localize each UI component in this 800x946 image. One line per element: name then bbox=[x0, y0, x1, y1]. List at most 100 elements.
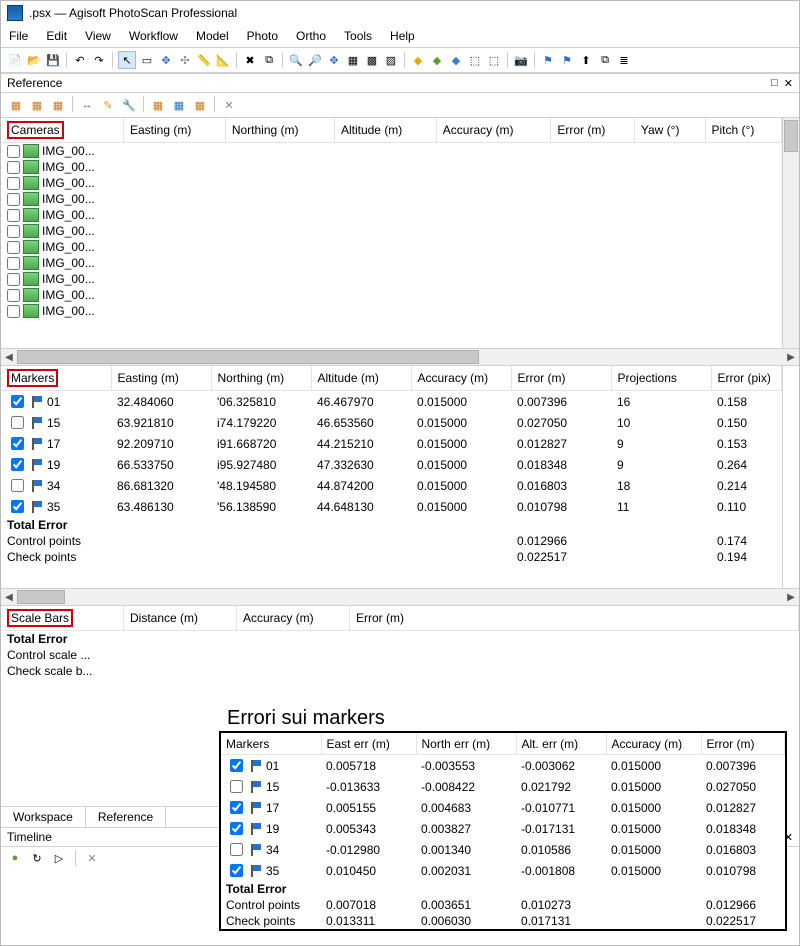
camera-checkbox[interactable] bbox=[7, 273, 20, 286]
tab-workspace[interactable]: Workspace bbox=[1, 807, 86, 827]
overlay-row[interactable]: 15 -0.013633-0.0084220.0217920.0150000.0… bbox=[221, 776, 785, 797]
camera-checkbox[interactable] bbox=[7, 241, 20, 254]
camera-row[interactable]: IMG_00... bbox=[1, 175, 782, 191]
measure-icon[interactable]: 📏 bbox=[196, 52, 212, 68]
show1-icon[interactable]: ◆ bbox=[410, 52, 426, 68]
ov-hdr-north[interactable]: North err (m) bbox=[416, 734, 516, 755]
export1-icon[interactable]: ⬆ bbox=[578, 52, 594, 68]
show3-icon[interactable]: ◆ bbox=[448, 52, 464, 68]
camera-icon[interactable]: 📷 bbox=[513, 52, 529, 68]
ov-hdr-markers[interactable]: Markers bbox=[221, 734, 321, 755]
marker-checkbox[interactable] bbox=[11, 437, 24, 450]
crop-icon[interactable]: ⧉ bbox=[261, 52, 277, 68]
ref-tb-8-icon[interactable]: ▦ bbox=[170, 96, 188, 114]
marker-row[interactable]: 17 92.209710i91.66872044.215210 0.015000… bbox=[1, 433, 782, 454]
hdr-altitude[interactable]: Altitude (m) bbox=[334, 118, 436, 143]
camera-row[interactable]: IMG_00... bbox=[1, 207, 782, 223]
camera-checkbox[interactable] bbox=[7, 209, 20, 222]
ref-tb-9-icon[interactable]: ▦ bbox=[191, 96, 209, 114]
grid1-icon[interactable]: ▦ bbox=[345, 52, 361, 68]
ruler-icon[interactable]: 📐 bbox=[215, 52, 231, 68]
camera-checkbox[interactable] bbox=[7, 193, 20, 206]
zoom-out-icon[interactable]: 🔎 bbox=[307, 52, 323, 68]
hdr-pitch[interactable]: Pitch (°) bbox=[705, 118, 781, 143]
ov-hdr-acc[interactable]: Accuracy (m) bbox=[606, 734, 701, 755]
menu-workflow[interactable]: Workflow bbox=[127, 27, 180, 45]
camera-checkbox[interactable] bbox=[7, 257, 20, 270]
hdr-errorpix[interactable]: Error (pix) bbox=[711, 366, 782, 391]
hdr-error[interactable]: Error (m) bbox=[350, 606, 799, 631]
ov-hdr-east[interactable]: East err (m) bbox=[321, 734, 416, 755]
ref-tb-7-icon[interactable]: ▦ bbox=[149, 96, 167, 114]
rect-select-icon[interactable]: ▭ bbox=[139, 52, 155, 68]
move-icon[interactable]: ✥ bbox=[158, 52, 174, 68]
camera-checkbox[interactable] bbox=[7, 289, 20, 302]
overlay-row[interactable]: 01 0.005718-0.003553-0.0030620.0150000.0… bbox=[221, 755, 785, 777]
hdr-yaw[interactable]: Yaw (°) bbox=[634, 118, 705, 143]
overlay-checkbox[interactable] bbox=[230, 801, 243, 814]
hdr-accuracy[interactable]: Accuracy (m) bbox=[411, 366, 511, 391]
cameras-hscroll[interactable]: ◀▶ bbox=[1, 348, 799, 366]
overlay-checkbox[interactable] bbox=[230, 843, 243, 856]
pin-icon[interactable]: □ bbox=[771, 77, 778, 90]
camera-row[interactable]: IMG_00... bbox=[1, 191, 782, 207]
undo-icon[interactable]: ↶ bbox=[72, 52, 88, 68]
camera-row[interactable]: IMG_00... bbox=[1, 255, 782, 271]
pan-icon[interactable]: ✥ bbox=[326, 52, 342, 68]
overlay-checkbox[interactable] bbox=[230, 822, 243, 835]
hdr-accuracy[interactable]: Accuracy (m) bbox=[237, 606, 350, 631]
markers-vscroll[interactable] bbox=[782, 366, 799, 588]
menu-photo[interactable]: Photo bbox=[245, 27, 280, 45]
redo-icon[interactable]: ↷ bbox=[91, 52, 107, 68]
markers-hscroll[interactable]: ◀▶ bbox=[1, 588, 799, 606]
marker-checkbox[interactable] bbox=[11, 479, 24, 492]
close-panel-icon[interactable]: ✕ bbox=[784, 77, 793, 90]
hdr-accuracy[interactable]: Accuracy (m) bbox=[436, 118, 551, 143]
show2-icon[interactable]: ◆ bbox=[429, 52, 445, 68]
marker-checkbox[interactable] bbox=[11, 416, 24, 429]
marker-row[interactable]: 01 32.484060'06.32581046.467970 0.015000… bbox=[1, 391, 782, 413]
overlay-checkbox[interactable] bbox=[230, 864, 243, 877]
ov-hdr-alt[interactable]: Alt. err (m) bbox=[516, 734, 606, 755]
hdr-projections[interactable]: Projections bbox=[611, 366, 711, 391]
camera-row[interactable]: IMG_00... bbox=[1, 143, 782, 160]
camera-checkbox[interactable] bbox=[7, 161, 20, 174]
tl-settings-icon[interactable]: ✕ bbox=[84, 850, 100, 866]
camera-row[interactable]: IMG_00... bbox=[1, 287, 782, 303]
show4-icon[interactable]: ⬚ bbox=[467, 52, 483, 68]
marker-checkbox[interactable] bbox=[11, 395, 24, 408]
hdr-easting[interactable]: Easting (m) bbox=[124, 118, 226, 143]
overlay-checkbox[interactable] bbox=[230, 780, 243, 793]
flag2-icon[interactable]: ⚑ bbox=[559, 52, 575, 68]
ref-tb-2-icon[interactable]: ▦ bbox=[28, 96, 46, 114]
cameras-vscroll[interactable] bbox=[782, 118, 799, 348]
ref-tb-3-icon[interactable]: ▦ bbox=[49, 96, 67, 114]
ref-tb-6-icon[interactable]: 🔧 bbox=[120, 96, 138, 114]
menu-model[interactable]: Model bbox=[194, 27, 231, 45]
grid3-icon[interactable]: ▨ bbox=[383, 52, 399, 68]
overlay-row[interactable]: 17 0.0051550.004683-0.0107710.0150000.01… bbox=[221, 797, 785, 818]
camera-row[interactable]: IMG_00... bbox=[1, 303, 782, 319]
camera-row[interactable]: IMG_00... bbox=[1, 271, 782, 287]
menu-tools[interactable]: Tools bbox=[342, 27, 374, 45]
show5-icon[interactable]: ⬚ bbox=[486, 52, 502, 68]
marker-checkbox[interactable] bbox=[11, 458, 24, 471]
overlay-row[interactable]: 19 0.0053430.003827-0.0171310.0150000.01… bbox=[221, 818, 785, 839]
hdr-easting[interactable]: Easting (m) bbox=[111, 366, 211, 391]
ov-hdr-err[interactable]: Error (m) bbox=[701, 734, 785, 755]
menu-help[interactable]: Help bbox=[388, 27, 417, 45]
camera-checkbox[interactable] bbox=[7, 225, 20, 238]
zoom-in-icon[interactable]: 🔍 bbox=[288, 52, 304, 68]
camera-checkbox[interactable] bbox=[7, 145, 20, 158]
rotate-icon[interactable]: ✣ bbox=[177, 52, 193, 68]
save-icon[interactable]: 💾 bbox=[45, 52, 61, 68]
hdr-distance[interactable]: Distance (m) bbox=[124, 606, 237, 631]
tl-play-icon[interactable]: ▷ bbox=[51, 850, 67, 866]
overlay-row[interactable]: 34 -0.0129800.0013400.0105860.0150000.01… bbox=[221, 839, 785, 860]
menu-view[interactable]: View bbox=[83, 27, 113, 45]
camera-checkbox[interactable] bbox=[7, 305, 20, 318]
camera-row[interactable]: IMG_00... bbox=[1, 239, 782, 255]
export3-icon[interactable]: ≣ bbox=[616, 52, 632, 68]
flag1-icon[interactable]: ⚑ bbox=[540, 52, 556, 68]
menu-ortho[interactable]: Ortho bbox=[294, 27, 328, 45]
